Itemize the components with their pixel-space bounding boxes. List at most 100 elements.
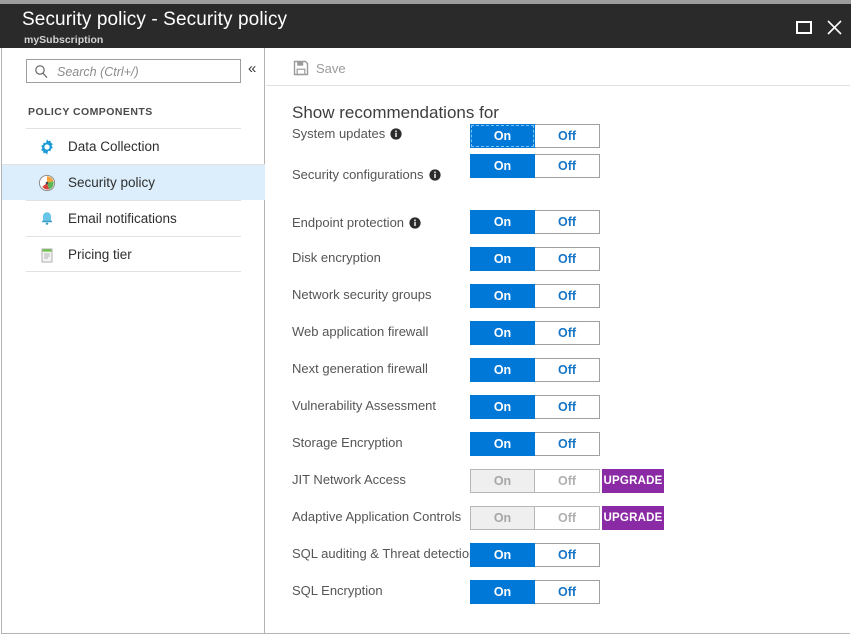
recommendation-label-text: Vulnerability Assessment bbox=[292, 398, 436, 413]
recommendation-toggle[interactable]: OnOff bbox=[470, 543, 600, 567]
recommendation-toggle[interactable]: OnOff bbox=[470, 321, 600, 345]
upgrade-badge[interactable]: UPGRADE bbox=[602, 469, 664, 493]
search-input[interactable] bbox=[55, 60, 239, 84]
upgrade-badge[interactable]: UPGRADE bbox=[602, 506, 664, 530]
recommendation-label: Storage Encryption bbox=[292, 435, 403, 451]
maximize-icon[interactable] bbox=[791, 14, 817, 40]
page-title: Security policy - Security policy bbox=[22, 9, 287, 31]
sidebar-item-security-policy[interactable]: Security policy bbox=[2, 164, 265, 200]
save-button[interactable]: Save bbox=[293, 58, 346, 78]
recommendation-label: SQL auditing & Threat detection bbox=[292, 546, 476, 562]
recommendation-label-text: System updates bbox=[292, 126, 385, 141]
info-icon[interactable] bbox=[390, 128, 402, 140]
toggle-on-option[interactable]: On bbox=[470, 154, 535, 178]
sidebar-item-label: Pricing tier bbox=[68, 246, 132, 264]
sidebar-item-label: Email notifications bbox=[68, 210, 177, 228]
save-label: Save bbox=[316, 61, 346, 76]
security-policy-window: Security policy - Security policy mySubs… bbox=[0, 0, 851, 635]
toggle-off-option: Off bbox=[535, 506, 600, 530]
pricing-tier-icon bbox=[38, 246, 56, 264]
content-toolbar: Save bbox=[266, 48, 850, 86]
sidebar-item-label: Data Collection bbox=[68, 138, 160, 156]
page-subtitle: mySubscription bbox=[24, 34, 103, 46]
sidebar-search-row: « bbox=[2, 48, 265, 94]
recommendation-label: JIT Network Access bbox=[292, 472, 406, 488]
toggle-on-option: On bbox=[470, 506, 535, 530]
gear-icon bbox=[38, 138, 56, 156]
window-titlebar: Security policy - Security policy mySubs… bbox=[0, 4, 851, 48]
toggle-off-option[interactable]: Off bbox=[535, 358, 600, 382]
toggle-on-option[interactable]: On bbox=[470, 395, 535, 419]
recommendation-label-text: Network security groups bbox=[292, 287, 431, 302]
toggle-off-option[interactable]: Off bbox=[535, 580, 600, 604]
panel-heading: Show recommendations for bbox=[292, 103, 499, 123]
policy-components-label: POLICY COMPONENTS bbox=[28, 106, 153, 118]
close-icon[interactable] bbox=[822, 14, 848, 40]
sidebar-item-label: Security policy bbox=[68, 174, 155, 192]
recommendation-label-text: SQL Encryption bbox=[292, 583, 383, 598]
recommendation-label-text: SQL auditing & Threat detection bbox=[292, 546, 476, 561]
recommendation-toggle[interactable]: OnOff bbox=[470, 124, 600, 148]
save-floppy-icon bbox=[293, 60, 309, 76]
toggle-on-option[interactable]: On bbox=[470, 247, 535, 271]
recommendation-toggle[interactable]: OnOff bbox=[470, 358, 600, 382]
toggle-off-option[interactable]: Off bbox=[535, 543, 600, 567]
recommendation-label: Next generation firewall bbox=[292, 361, 428, 377]
window-body: « POLICY COMPONENTS Data Collection bbox=[1, 48, 850, 634]
toggle-off-option[interactable]: Off bbox=[535, 284, 600, 308]
recommendation-toggle[interactable]: OnOff bbox=[470, 210, 600, 234]
recommendation-toggle: OnOff bbox=[470, 506, 600, 530]
recommendation-label-text: Adaptive Application Controls bbox=[292, 509, 461, 524]
sidebar-item-data-collection[interactable]: Data Collection bbox=[26, 128, 241, 164]
toggle-on-option[interactable]: On bbox=[470, 543, 535, 567]
bell-icon bbox=[38, 210, 56, 228]
toggle-off-option[interactable]: Off bbox=[535, 247, 600, 271]
recommendation-label-text: Storage Encryption bbox=[292, 435, 403, 450]
recommendation-label: Security configurations bbox=[292, 167, 441, 183]
recommendation-toggle[interactable]: OnOff bbox=[470, 154, 600, 178]
recommendation-label-text: Next generation firewall bbox=[292, 361, 428, 376]
recommendation-toggle: OnOff bbox=[470, 469, 600, 493]
recommendation-toggle[interactable]: OnOff bbox=[470, 432, 600, 456]
sidebar-nav-list: Data Collection Security policy bbox=[2, 128, 265, 272]
info-icon[interactable] bbox=[429, 169, 441, 181]
toggle-on-option[interactable]: On bbox=[470, 124, 535, 148]
recommendation-label: Adaptive Application Controls bbox=[292, 509, 461, 525]
toggle-off-option[interactable]: Off bbox=[535, 210, 600, 234]
search-box[interactable] bbox=[26, 59, 241, 83]
recommendation-label-text: Security configurations bbox=[292, 167, 424, 182]
recommendation-toggle[interactable]: OnOff bbox=[470, 395, 600, 419]
recommendation-label: Disk encryption bbox=[292, 250, 381, 266]
info-icon[interactable] bbox=[409, 217, 421, 229]
toggle-off-option[interactable]: Off bbox=[535, 321, 600, 345]
toggle-off-option[interactable]: Off bbox=[535, 395, 600, 419]
sidebar: « POLICY COMPONENTS Data Collection bbox=[2, 48, 265, 633]
toggle-on-option[interactable]: On bbox=[470, 432, 535, 456]
recommendation-label: Vulnerability Assessment bbox=[292, 398, 436, 414]
recommendation-label-text: Endpoint protection bbox=[292, 215, 404, 230]
toggle-on-option[interactable]: On bbox=[470, 358, 535, 382]
recommendation-label: SQL Encryption bbox=[292, 583, 383, 599]
toggle-off-option[interactable]: Off bbox=[535, 432, 600, 456]
sidebar-collapse-button[interactable]: « bbox=[248, 61, 256, 77]
recommendation-label: Web application firewall bbox=[292, 324, 428, 340]
recommendation-toggle[interactable]: OnOff bbox=[470, 580, 600, 604]
recommendation-toggle[interactable]: OnOff bbox=[470, 284, 600, 308]
toggle-on-option[interactable]: On bbox=[470, 580, 535, 604]
recommendation-label: Network security groups bbox=[292, 287, 431, 303]
sidebar-item-email-notifications[interactable]: Email notifications bbox=[26, 200, 241, 236]
toggle-on-option: On bbox=[470, 469, 535, 493]
recommendation-label: Endpoint protection bbox=[292, 215, 421, 231]
content-pane: Save Show recommendations for System upd… bbox=[266, 48, 850, 633]
toggle-on-option[interactable]: On bbox=[470, 210, 535, 234]
toggle-on-option[interactable]: On bbox=[470, 284, 535, 308]
policy-pie-icon bbox=[38, 174, 56, 192]
sidebar-item-pricing-tier[interactable]: Pricing tier bbox=[26, 236, 241, 272]
toggle-on-option[interactable]: On bbox=[470, 321, 535, 345]
recommendation-label-text: Web application firewall bbox=[292, 324, 428, 339]
toggle-off-option[interactable]: Off bbox=[535, 154, 600, 178]
recommendation-toggle[interactable]: OnOff bbox=[470, 247, 600, 271]
toggle-off-option: Off bbox=[535, 469, 600, 493]
toggle-off-option[interactable]: Off bbox=[535, 124, 600, 148]
recommendation-label-text: Disk encryption bbox=[292, 250, 381, 265]
